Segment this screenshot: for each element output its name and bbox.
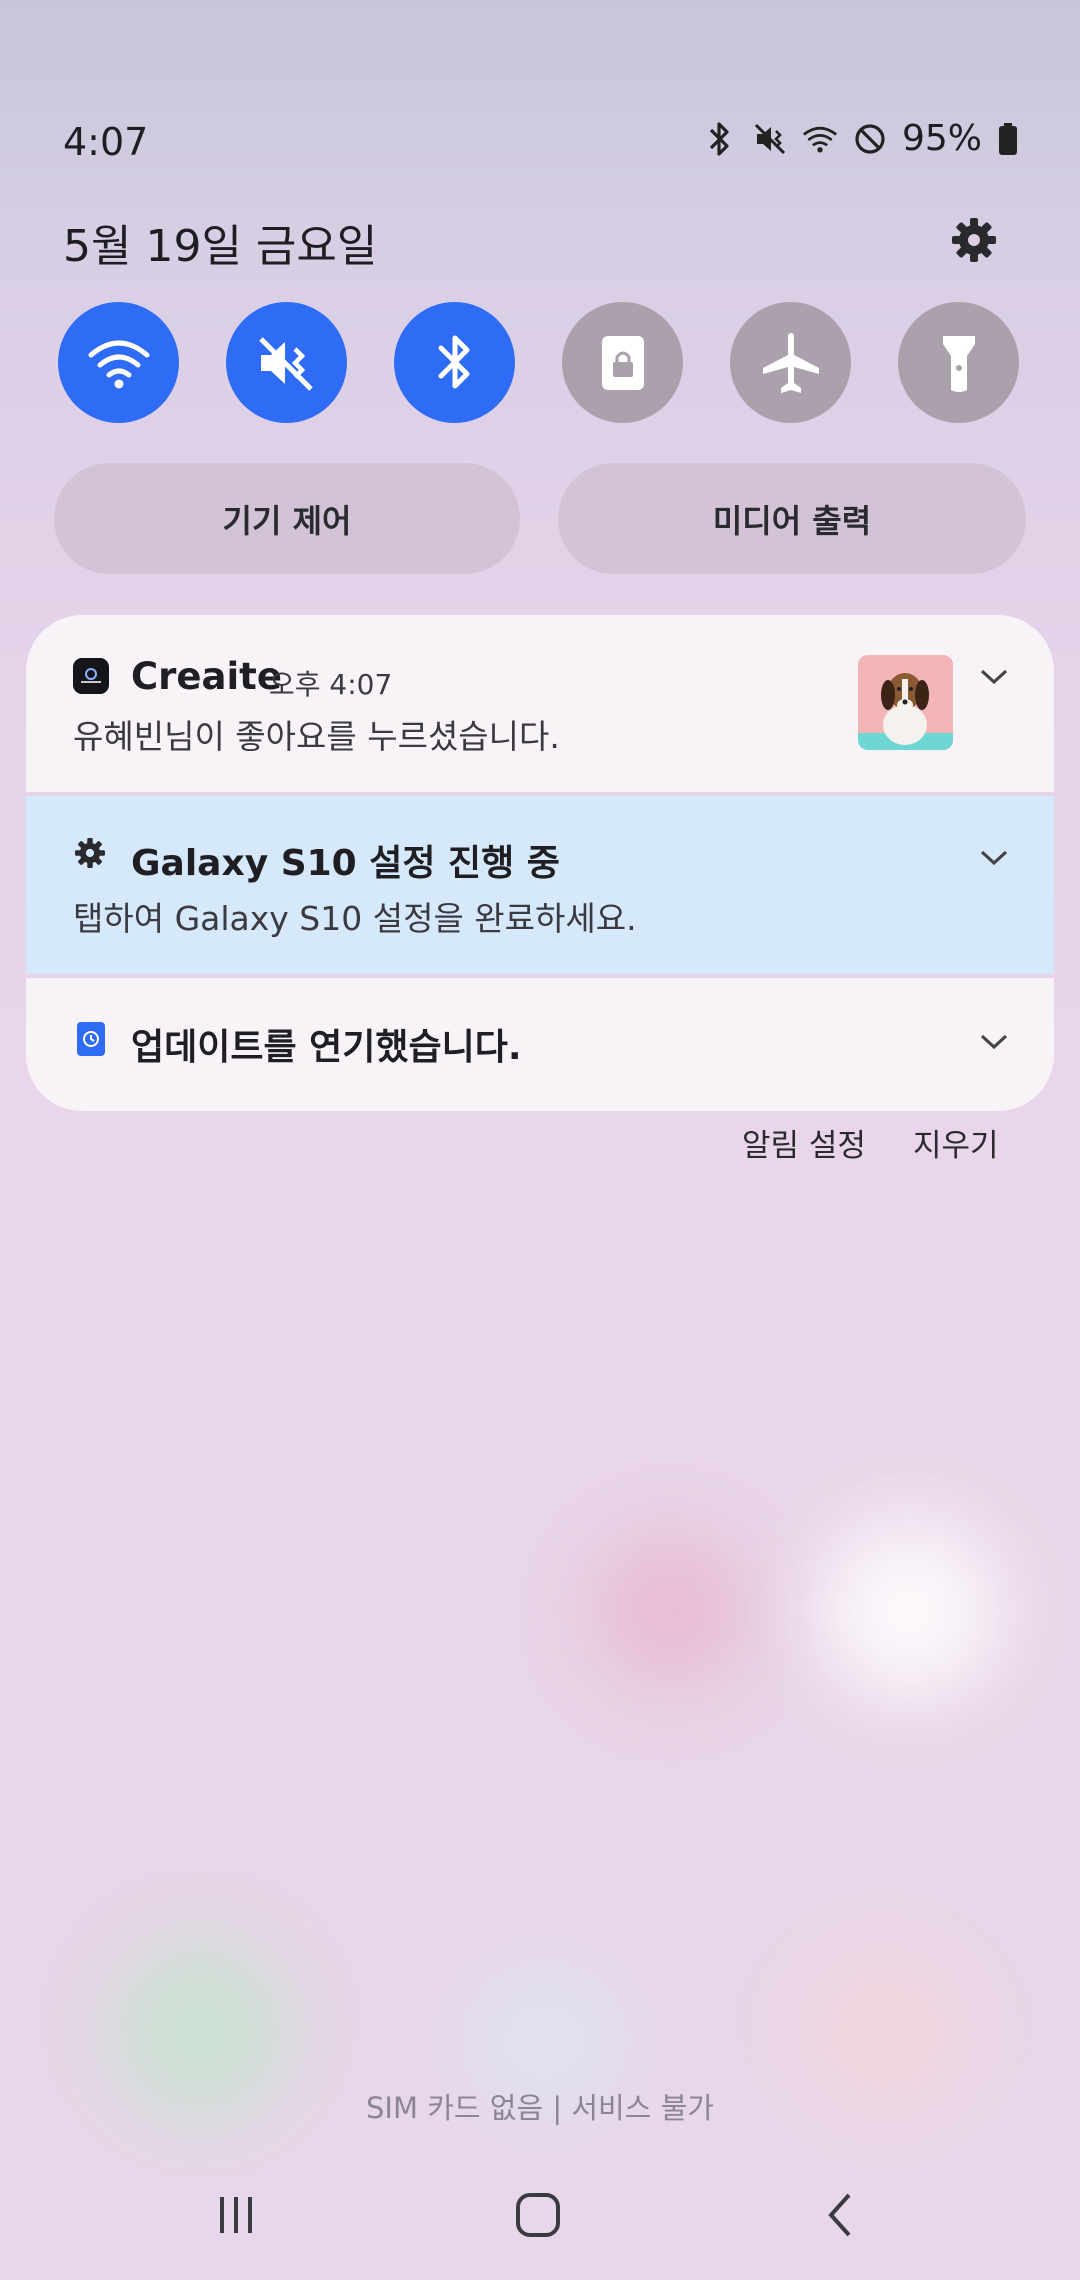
notification-galaxy-setup[interactable]: Galaxy S10 설정 진행 중 탭하여 Galaxy S10 설정을 완료… — [26, 796, 1054, 974]
expand-chevron-icon[interactable] — [974, 1022, 1014, 1062]
background-glow — [820, 1520, 1000, 1700]
back-icon — [828, 2193, 851, 2237]
airplane-icon — [762, 332, 819, 393]
bluetooth-icon — [438, 335, 469, 388]
media-output-button[interactable]: 미디어 출력 — [558, 463, 1026, 574]
software-update-icon — [77, 1022, 105, 1056]
back-button[interactable] — [805, 2185, 875, 2245]
screen-lock-toggle[interactable] — [562, 302, 683, 423]
sound-mute-toggle[interactable] — [226, 302, 347, 423]
status-bar: 4:07 95% — [0, 0, 1080, 210]
notification-app-name: Creaite — [131, 655, 282, 698]
quick-settings — [58, 302, 1020, 424]
notification-creaite[interactable]: Creaite 오후 4:07 유혜빈님이 좋아요를 누르셨습니다. — [26, 615, 1054, 792]
notification-time: 오후 4:07 — [269, 668, 393, 701]
wifi-toggle[interactable] — [58, 302, 179, 423]
expand-chevron-icon[interactable] — [974, 657, 1014, 697]
home-icon — [516, 2193, 560, 2237]
airplane-mode-toggle[interactable] — [730, 302, 851, 423]
sim-status-text: SIM 카드 없음 | 서비스 불가 — [366, 2091, 714, 2125]
device-control-label: 기기 제어 — [222, 501, 352, 540]
screen-lock-icon — [601, 335, 644, 390]
creaite-app-icon — [73, 658, 109, 694]
media-output-label: 미디어 출력 — [712, 501, 872, 540]
notification-title: Galaxy S10 설정 진행 중 — [131, 843, 560, 884]
notification-title: 업데이트를 연기했습니다. — [131, 1027, 522, 1068]
battery-icon — [996, 120, 1020, 158]
expand-chevron-icon[interactable] — [974, 838, 1014, 878]
settings-gear-icon[interactable] — [946, 212, 1002, 268]
wifi-icon — [88, 340, 149, 388]
device-control-button[interactable]: 기기 제어 — [54, 463, 520, 574]
date-label: 5월 19일 금요일 — [63, 221, 378, 272]
bluetooth-toggle[interactable] — [394, 302, 515, 423]
notification-text: 유혜빈님이 좋아요를 누르셨습니다. — [73, 717, 560, 756]
home-button[interactable] — [503, 2185, 573, 2245]
notification-text: 탭하여 Galaxy S10 설정을 완료하세요. — [73, 899, 637, 938]
recent-apps-button[interactable] — [201, 2185, 271, 2245]
notification-thumbnail — [858, 655, 953, 750]
notification-settings-button[interactable]: 알림 설정 — [742, 1120, 866, 1165]
flashlight-toggle[interactable] — [898, 302, 1019, 423]
settings-gear-small-icon — [73, 836, 109, 872]
do-not-disturb-icon — [852, 120, 888, 158]
sound-mute-icon — [258, 336, 313, 391]
status-icons: 95% — [702, 118, 1020, 159]
status-time: 4:07 — [63, 120, 149, 164]
flashlight-icon — [942, 335, 975, 392]
notification-update-postponed[interactable]: 업데이트를 연기했습니다. — [26, 978, 1054, 1111]
clear-button[interactable]: 지우기 — [913, 1120, 999, 1165]
bluetooth-icon — [702, 120, 738, 158]
mute-icon — [752, 120, 788, 158]
wifi-icon — [802, 120, 838, 158]
recent-apps-icon — [220, 2197, 252, 2233]
background-glow — [590, 1530, 750, 1690]
battery-percent: 95% — [901, 118, 982, 159]
